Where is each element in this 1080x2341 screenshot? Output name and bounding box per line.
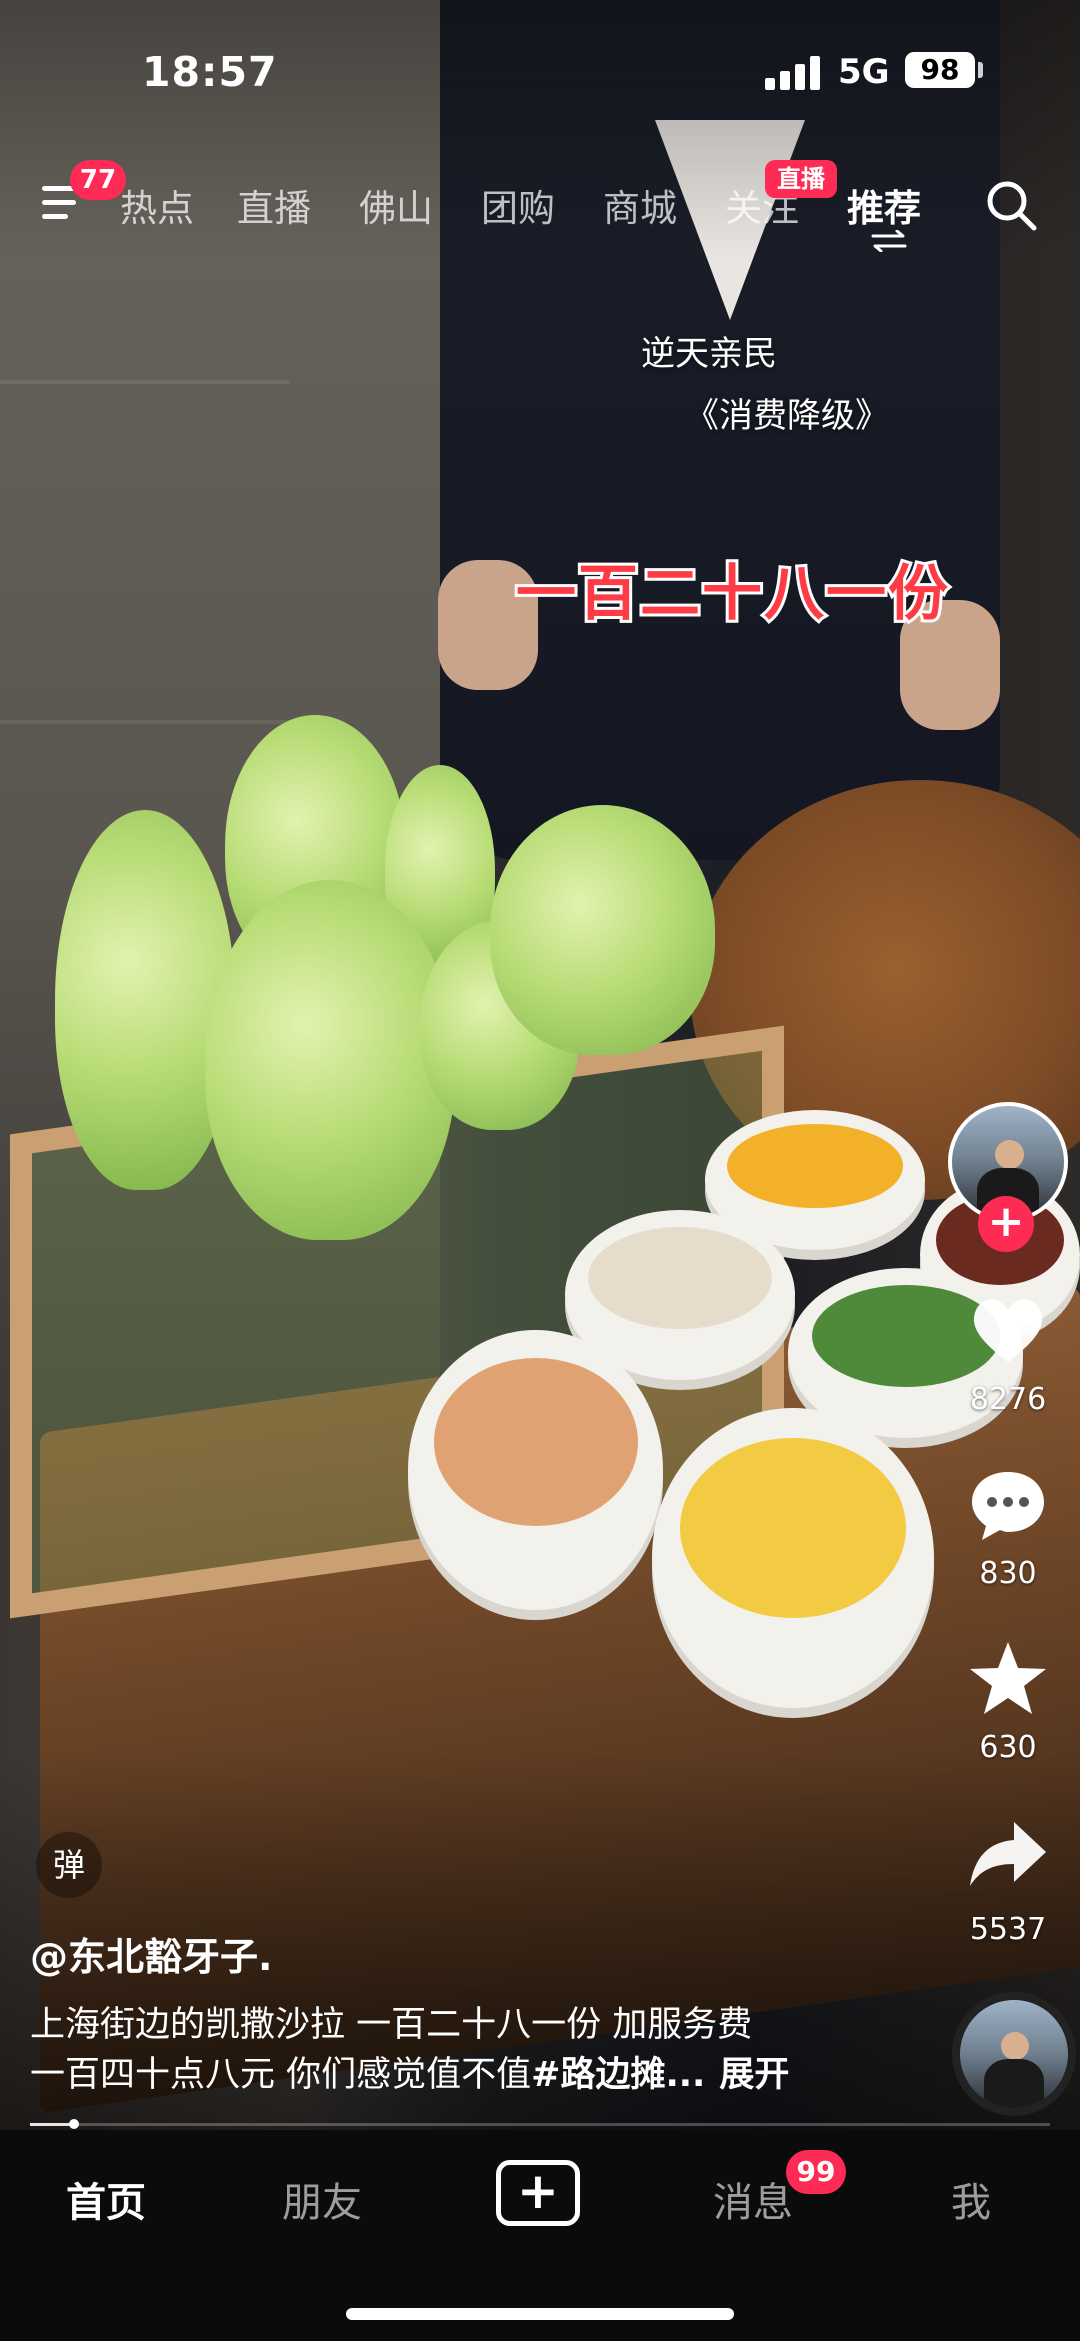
- danmu-toggle[interactable]: 弹: [36, 1832, 102, 1898]
- battery-tip: [978, 62, 983, 78]
- lettuce: [490, 805, 715, 1055]
- bowl-corn: [652, 1408, 934, 1708]
- favorite-count: 630: [979, 1730, 1037, 1765]
- tab-hot[interactable]: 热点: [120, 178, 194, 232]
- lettuce: [55, 810, 235, 1190]
- status-time: 18:57: [142, 48, 278, 96]
- search-icon[interactable]: [984, 178, 1038, 232]
- music-disc-avatar[interactable]: [952, 1992, 1076, 2116]
- share-arrow-icon[interactable]: [966, 1812, 1050, 1896]
- author-name[interactable]: @东北豁牙子.: [30, 1926, 272, 1981]
- following-live-badge: 直播: [765, 160, 837, 198]
- hashtag-link[interactable]: #路边摊...: [531, 2055, 705, 2095]
- description-line1: 上海街边的凯撒沙拉 一百二十八一份 加服务费: [30, 2005, 753, 2045]
- tab-live[interactable]: 直播: [237, 178, 311, 232]
- create-button[interactable]: +: [496, 2160, 580, 2226]
- progress-fill: [30, 2123, 74, 2126]
- tab-group-buy[interactable]: 团购: [481, 178, 555, 232]
- description-line2: 一百四十点八元 你们感觉值不值#路边摊... 展开: [30, 2050, 880, 2100]
- menu-badge: 77: [70, 160, 126, 200]
- home-indicator[interactable]: [346, 2308, 734, 2320]
- like-count: 8276: [969, 1382, 1047, 1417]
- follow-button[interactable]: +: [978, 1196, 1034, 1252]
- tab-friends[interactable]: 朋友: [282, 2170, 362, 2228]
- network-type: 5G: [838, 52, 890, 92]
- description-text: 一百四十点八元 你们感觉值不值: [30, 2055, 532, 2095]
- tab-foshan[interactable]: 佛山: [359, 178, 433, 232]
- like-heart-icon[interactable]: [966, 1288, 1050, 1372]
- tab-me[interactable]: 我: [951, 2170, 991, 2228]
- tab-recommend[interactable]: 推荐: [847, 178, 921, 232]
- messages-badge: 99: [786, 2150, 846, 2194]
- video-caption-line2: 《消费降级》: [685, 396, 889, 436]
- comment-icon[interactable]: [966, 1462, 1050, 1546]
- wall-molding: [0, 720, 290, 724]
- share-count: 5537: [969, 1912, 1047, 1947]
- video-overlay-title: 一百二十八一份: [513, 556, 951, 632]
- video-progress-bar[interactable]: [30, 2119, 1050, 2129]
- progress-knob[interactable]: [68, 2119, 79, 2129]
- expand-button[interactable]: 展开: [719, 2055, 789, 2095]
- bowl-crumbs: [408, 1330, 663, 1610]
- lettuce: [205, 880, 455, 1240]
- tab-home[interactable]: 首页: [66, 2170, 146, 2228]
- comment-count: 830: [979, 1556, 1037, 1591]
- wall-molding: [0, 380, 290, 384]
- battery-icon: 98: [905, 52, 975, 88]
- video-caption-line1: 逆天亲民: [641, 334, 777, 374]
- tab-mall[interactable]: 商城: [603, 178, 677, 232]
- favorite-star-icon[interactable]: [966, 1636, 1050, 1720]
- video-player[interactable]: [0, 0, 1080, 2130]
- tab-messages[interactable]: 消息: [713, 2170, 793, 2228]
- swap-arrows-icon: [871, 229, 907, 253]
- post-description: 上海街边的凯撒沙拉 一百二十八一份 加服务费 一百四十点八元 你们感觉值不值#路…: [30, 2000, 880, 2100]
- cellular-signal-icon: [765, 56, 821, 90]
